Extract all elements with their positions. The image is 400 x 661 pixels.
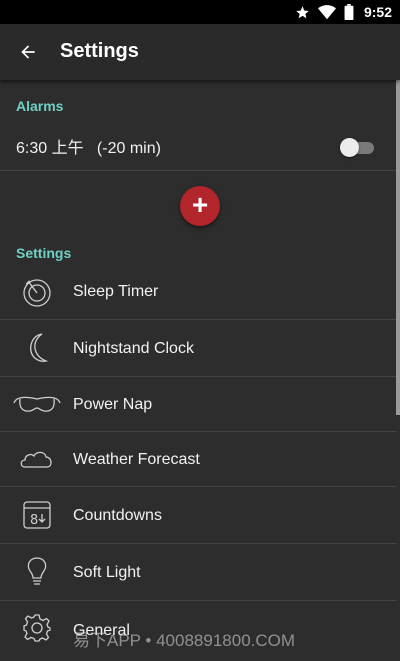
scrollbar[interactable] — [396, 80, 400, 415]
divider — [0, 170, 396, 171]
alarms-section-header: Alarms — [16, 98, 64, 114]
svg-text:8: 8 — [30, 513, 38, 528]
status-bar: 9:52 — [0, 0, 400, 24]
plus-icon: + — [191, 189, 209, 220]
sidebar-item-sleep-timer[interactable]: Sleep Timer — [0, 266, 396, 319]
status-time: 9:52 — [363, 4, 392, 20]
app-bar: Settings — [0, 24, 400, 80]
arrow-left-icon — [21, 45, 35, 59]
sidebar-item-soft-light[interactable]: Soft Light — [0, 544, 396, 600]
alarm-toggle[interactable] — [340, 137, 374, 157]
sleep-timer-icon — [14, 274, 60, 310]
sidebar-item-weather-forecast[interactable]: Weather Forecast — [0, 432, 396, 486]
alarm-item[interactable]: 6:30 上午 (-20 min) — [0, 120, 396, 170]
setting-label: Soft Light — [73, 564, 141, 581]
page-title: Settings — [60, 40, 139, 62]
add-alarm-button[interactable]: + — [180, 186, 220, 226]
setting-label: Countdowns — [73, 507, 162, 524]
sleep-mask-icon — [10, 386, 64, 422]
star-icon — [296, 5, 309, 18]
calendar-countdown-icon: 8 — [14, 497, 60, 533]
sidebar-item-general[interactable]: General — [0, 601, 396, 661]
setting-label: Nightstand Clock — [73, 340, 194, 357]
alarm-time: 6:30 上午 (-20 min) — [16, 140, 161, 157]
settings-section-header: Settings — [16, 245, 72, 261]
sidebar-item-power-nap[interactable]: Power Nap — [0, 377, 396, 431]
sidebar-item-nightstand-clock[interactable]: Nightstand Clock — [0, 320, 396, 376]
sidebar-item-countdowns[interactable]: 8 Countdowns — [0, 487, 396, 543]
setting-label: Sleep Timer — [73, 283, 159, 300]
setting-label: General — [73, 622, 130, 639]
gear-icon — [14, 610, 60, 646]
setting-label: Weather Forecast — [73, 451, 200, 468]
battery-icon — [344, 4, 354, 20]
cloud-icon — [14, 441, 60, 477]
lightbulb-icon — [14, 554, 60, 590]
back-button[interactable] — [14, 38, 42, 66]
settings-list[interactable]: Alarms 6:30 上午 (-20 min) + Settings Slee… — [0, 80, 400, 661]
wifi-icon — [317, 4, 336, 19]
setting-label: Power Nap — [73, 396, 153, 413]
moon-icon — [14, 330, 60, 366]
